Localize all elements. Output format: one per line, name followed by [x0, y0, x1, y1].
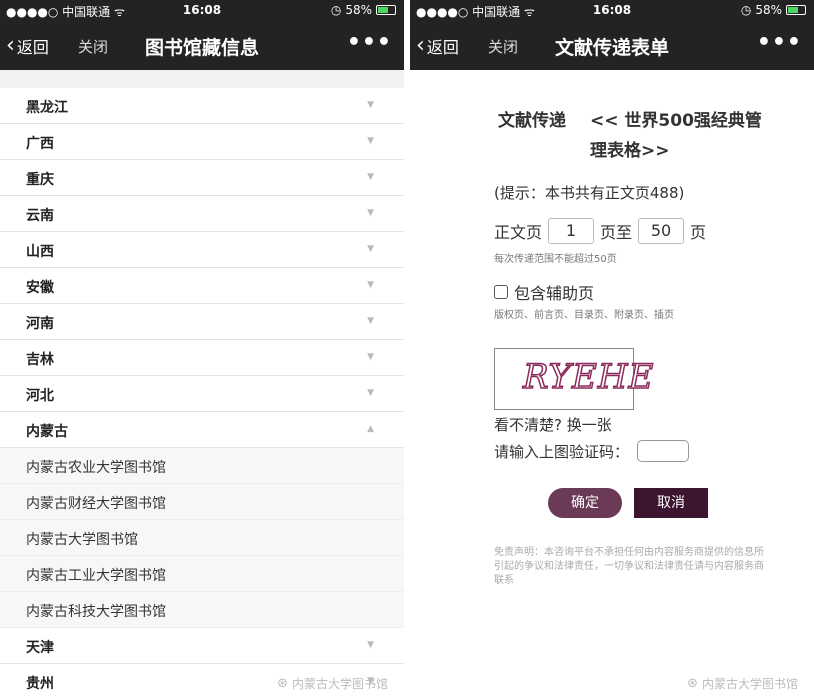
province-label: 安徽	[26, 280, 54, 296]
chevron-up-icon: ▲	[367, 424, 374, 434]
province-row[interactable]: 云南 ▼	[0, 196, 404, 232]
cancel-button[interactable]: 取消	[634, 488, 708, 518]
battery-icon	[786, 5, 806, 15]
status-bar: ●●●●○ 中国联通 ᯤ 16:08 ◷ 58%	[0, 0, 404, 20]
province-list: 黑龙江 ▼ 广西 ▼ 重庆 ▼ 云南 ▼ 山西 ▼ 安徽 ▼ 河南 ▼ 吉林 ▼ 河北 ▼ 内蒙古 ▲ 内蒙古农业大学图…	[0, 88, 404, 698]
page-title: 图书馆藏信息	[144, 37, 259, 59]
alarm-icon: ◷	[740, 3, 752, 17]
battery-percent: 58%	[345, 3, 372, 17]
refresh-captcha-link[interactable]: 看不清楚? 换一张	[494, 414, 612, 435]
chevron-down-icon: ▼	[367, 172, 374, 182]
province-row[interactable]: 黑龙江 ▼	[0, 88, 404, 124]
province-row[interactable]: 广西 ▼	[0, 124, 404, 160]
library-label: 内蒙古工业大学图书馆	[26, 568, 166, 584]
province-row[interactable]: 河南 ▼	[0, 304, 404, 340]
battery-status: ◷ 58%	[741, 3, 806, 17]
battery-icon	[376, 5, 396, 15]
chevron-down-icon: ▼	[367, 208, 374, 218]
page-suffix: 页	[690, 223, 707, 242]
wechat-icon: ⊛	[687, 676, 698, 691]
chevron-down-icon: ▼	[367, 136, 374, 146]
province-label: 贵州	[26, 676, 54, 692]
chevron-down-icon: ▼	[367, 316, 374, 326]
chevron-down-icon: ▼	[367, 100, 374, 110]
library-label: 内蒙古科技大学图书馆	[26, 604, 166, 620]
aux-pages-note: 版权页、前言页、目录页、附录页、插页	[494, 310, 674, 321]
captcha-image: RYEHE	[494, 348, 654, 410]
province-label: 黑龙江	[26, 100, 68, 116]
book-title: << 世界500强经典管理表格>>	[590, 111, 762, 161]
more-menu-button[interactable]: •••	[757, 30, 802, 55]
province-row[interactable]: 吉林 ▼	[0, 340, 404, 376]
library-label: 内蒙古大学图书馆	[26, 532, 138, 548]
province-label: 天津	[26, 640, 54, 656]
watermark: ⊛ 内蒙古大学图书馆	[687, 675, 798, 692]
page-range-row: 正文页 1 页至 50 页	[494, 218, 706, 244]
wechat-icon: ⊛	[277, 676, 288, 691]
aux-pages-option[interactable]: 包含辅助页	[494, 280, 594, 304]
right-screen: ●●●●○ 中国联通 ᯤ 16:08 ◷ 58% ‹ 返回 关闭 文献传递表单 …	[410, 0, 814, 698]
province-row[interactable]: 重庆 ▼	[0, 160, 404, 196]
library-item[interactable]: 内蒙古大学图书馆	[0, 520, 404, 556]
page-to-input[interactable]: 50	[638, 218, 685, 244]
nav-bar: ‹ 返回 关闭 图书馆藏信息 •••	[0, 20, 404, 70]
aux-pages-checkbox[interactable]	[494, 285, 508, 299]
watermark-text: 内蒙古大学图书馆	[701, 677, 798, 691]
province-label: 吉林	[26, 352, 54, 368]
province-row[interactable]: 河北 ▼	[0, 376, 404, 412]
province-row[interactable]: 天津 ▼	[0, 628, 404, 664]
library-item[interactable]: 内蒙古工业大学图书馆	[0, 556, 404, 592]
form-label: 文献传递	[498, 111, 566, 131]
province-label: 广西	[26, 136, 54, 152]
more-menu-button[interactable]: •••	[347, 30, 392, 55]
page-title: 文献传递表单	[554, 37, 669, 59]
captcha-row: 请输入上图验证码：	[494, 440, 690, 462]
page-mid: 页至	[600, 223, 633, 242]
province-label: 内蒙古	[26, 424, 68, 440]
library-label: 内蒙古农业大学图书馆	[26, 460, 166, 476]
battery-status: ◷ 58%	[331, 3, 396, 17]
province-label: 河南	[26, 316, 54, 332]
page-count-hint: (提示：本书共有正文页488)	[494, 184, 685, 202]
library-item[interactable]: 内蒙古农业大学图书馆	[0, 448, 404, 484]
captcha-text: RYEHE	[522, 356, 655, 398]
form-actions: 确定 取消	[548, 488, 708, 518]
province-label: 云南	[26, 208, 54, 224]
province-label: 山西	[26, 244, 54, 260]
province-label: 重庆	[26, 172, 54, 188]
range-note: 每次传递范围不能超过50页	[494, 254, 617, 265]
status-bar: ●●●●○ 中国联通 ᯤ 16:08 ◷ 58%	[410, 0, 814, 20]
page-prefix: 正文页	[494, 223, 543, 242]
captcha-label: 请输入上图验证码：	[494, 442, 630, 461]
chevron-down-icon: ▼	[367, 640, 374, 650]
disclaimer: 免责声明：本咨询平台不承担任何由内容服务商提供的信息所引起的争议和法律责任，一切…	[494, 547, 764, 586]
province-label: 河北	[26, 388, 54, 404]
watermark-text: 内蒙古大学图书馆	[291, 677, 388, 691]
chevron-down-icon: ▼	[367, 352, 374, 362]
captcha-input[interactable]	[637, 440, 690, 462]
province-row[interactable]: 山西 ▼	[0, 232, 404, 268]
library-label: 内蒙古财经大学图书馆	[26, 496, 166, 512]
chevron-down-icon: ▼	[367, 244, 374, 254]
alarm-icon: ◷	[330, 3, 342, 17]
chevron-down-icon: ▼	[367, 388, 374, 398]
confirm-button[interactable]: 确定	[548, 488, 622, 518]
province-row[interactable]: 安徽 ▼	[0, 268, 404, 304]
nav-bar: ‹ 返回 关闭 文献传递表单 •••	[410, 20, 814, 70]
delivery-form: 文献传递 << 世界500强经典管理表格>> (提示：本书共有正文页488) 正…	[410, 70, 814, 698]
list-top-spacer	[0, 70, 404, 88]
chevron-down-icon: ▼	[367, 280, 374, 290]
battery-percent: 58%	[755, 3, 782, 17]
library-item[interactable]: 内蒙古财经大学图书馆	[0, 484, 404, 520]
library-item[interactable]: 内蒙古科技大学图书馆	[0, 592, 404, 628]
aux-pages-label: 包含辅助页	[514, 284, 595, 303]
watermark: ⊛ 内蒙古大学图书馆	[277, 675, 388, 692]
page-from-input[interactable]: 1	[548, 218, 595, 244]
province-row[interactable]: 内蒙古 ▲	[0, 412, 404, 448]
left-screen: ●●●●○ 中国联通 ᯤ 16:08 ◷ 58% ‹ 返回 关闭 图书馆藏信息 …	[0, 0, 404, 698]
